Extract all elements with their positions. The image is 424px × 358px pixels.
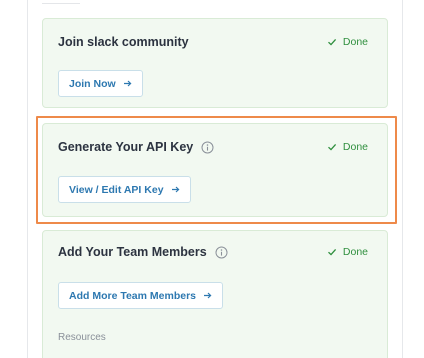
add-team-members-button[interactable]: Add More Team Members xyxy=(58,282,223,309)
resources-heading: Resources xyxy=(58,332,106,343)
step-card-slack: Join slack community Done Join Now xyxy=(42,18,388,108)
arrow-right-icon xyxy=(203,291,212,300)
status-done: Done xyxy=(327,36,368,48)
status-text: Done xyxy=(342,246,368,258)
join-now-button[interactable]: Join Now xyxy=(58,70,143,97)
status-text: Done xyxy=(342,36,368,48)
arrow-right-icon xyxy=(123,79,132,88)
view-edit-api-key-button[interactable]: View / Edit API Key xyxy=(58,176,191,203)
info-icon[interactable] xyxy=(201,141,214,154)
status-done: Done xyxy=(327,246,368,258)
step-title: Generate Your API Key xyxy=(58,140,214,154)
status-text: Done xyxy=(342,141,368,153)
button-label: View / Edit API Key xyxy=(69,183,164,196)
button-label: Add More Team Members xyxy=(69,289,196,302)
previous-card-edge xyxy=(42,0,80,4)
status-done: Done xyxy=(327,141,368,153)
check-icon xyxy=(327,143,336,151)
arrow-right-icon xyxy=(171,185,180,194)
step-card-api-key: Generate Your API Key Done View / Edit A… xyxy=(42,123,388,217)
step-title-text: Join slack community xyxy=(58,35,189,49)
step-title-text: Generate Your API Key xyxy=(58,140,194,154)
step-title-text: Add Your Team Members xyxy=(58,245,207,259)
check-icon xyxy=(327,38,336,46)
step-title: Join slack community xyxy=(58,35,189,49)
step-title: Add Your Team Members xyxy=(58,245,228,259)
info-icon[interactable] xyxy=(215,246,228,259)
check-icon xyxy=(327,248,336,256)
button-label: Join Now xyxy=(69,77,116,90)
step-card-team-members: Add Your Team Members Done Add More Team… xyxy=(42,230,388,358)
